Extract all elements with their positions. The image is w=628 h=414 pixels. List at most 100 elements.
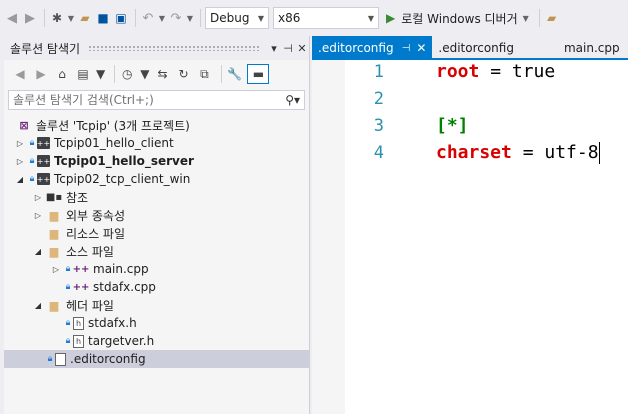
chevron-down-icon[interactable]: ▼: [96, 63, 105, 85]
tree-item-label: 소스 파일: [66, 244, 114, 259]
tab-main-cpp[interactable]: main.cpp: [558, 36, 626, 60]
tab-label: .editorconfig: [438, 41, 514, 55]
expand-arrow-icon[interactable]: ▷: [50, 265, 62, 274]
code-line[interactable]: 3 [*]: [312, 112, 628, 139]
redo-icon[interactable]: ↷: [168, 7, 184, 29]
start-debugging-button[interactable]: ▶ 로컬 Windows 디버거 ▼: [383, 7, 535, 29]
new-project-icon[interactable]: ✱: [49, 7, 65, 29]
solution-explorer-panel: 솔루션 탐색기 ▾ ⊣ ✕ ◀ ▶ ⌂ ▤ ▼ ◷ ▼ ⇆ ↻ ⧉ 🔧 ▬ ⚲▾…: [4, 36, 310, 414]
preview-selected-icon[interactable]: ▬: [247, 64, 270, 84]
forward-icon[interactable]: ▶: [22, 7, 38, 29]
tree-item-project[interactable]: ▷ 🔒︎ ++ Tcpip01_hello_server: [4, 152, 309, 170]
forward-icon[interactable]: ▶: [33, 63, 49, 85]
folder-open-icon: ▆: [49, 244, 59, 258]
configuration-value: Debug: [210, 11, 250, 25]
tree-item-label: 리소스 파일: [66, 226, 126, 241]
save-all-icon[interactable]: ▣: [113, 7, 129, 29]
tree-item-header-files[interactable]: ◢ ▆ 헤더 파일: [4, 296, 309, 314]
sync-icon[interactable]: ⇆: [154, 63, 170, 85]
chevron-down-icon[interactable]: ▼: [140, 63, 149, 85]
panel-grip[interactable]: [88, 45, 259, 51]
collapse-all-icon[interactable]: ⧉: [196, 63, 212, 85]
expand-arrow-icon[interactable]: ▷: [14, 157, 26, 166]
tree-item-file-selected[interactable]: 🔒︎ .editorconfig: [4, 350, 309, 368]
collapse-arrow-icon[interactable]: ◢: [32, 301, 44, 310]
cpp-file-icon: ++: [72, 281, 90, 293]
tree-item-label: main.cpp: [93, 262, 149, 276]
code-value: true: [511, 61, 556, 82]
home-icon[interactable]: ⌂: [54, 63, 70, 85]
tree-item-project[interactable]: ◢ 🔒︎ ++ Tcpip02_tcp_client_win: [4, 170, 309, 188]
tree-item-solution[interactable]: ⊠ 솔루션 'Tcpip' (3개 프로젝트): [4, 116, 309, 134]
tree-item-source-files[interactable]: ◢ ▆ 소스 파일: [4, 242, 309, 260]
line-number: 1: [373, 61, 384, 82]
tree-item-file[interactable]: 🔒︎ ++ stdafx.cpp: [4, 278, 309, 296]
chevron-down-icon: ▼: [522, 13, 529, 23]
expand-arrow-icon[interactable]: ▷: [32, 193, 44, 202]
tree-item-label: 참조: [66, 190, 89, 205]
tree-item-resource-files[interactable]: ▆ 리소스 파일: [4, 224, 309, 242]
toolbar-separator: [538, 9, 540, 27]
code-line[interactable]: 4 charset = utf-8: [312, 139, 628, 166]
code-editor[interactable]: 1 root = true 2 3 [*] 4 charset = utf-8: [312, 60, 628, 414]
code-text: charset = utf-8: [436, 141, 600, 164]
chevron-down-icon[interactable]: ▼: [67, 7, 75, 29]
run-label: 로컬 Windows 디버거: [401, 11, 518, 26]
expand-arrow-icon[interactable]: ▷: [14, 139, 26, 148]
chevron-down-icon[interactable]: ▼: [158, 7, 166, 29]
code-text: root = true: [436, 61, 555, 82]
chevron-down-icon[interactable]: ▼: [186, 7, 194, 29]
lock-icon: 🔒︎: [65, 336, 71, 346]
tree-item-label: Tcpip01_hello_client: [54, 136, 174, 150]
close-icon[interactable]: ✕: [416, 41, 426, 55]
solution-explorer-toolbar: ◀ ▶ ⌂ ▤ ▼ ◷ ▼ ⇆ ↻ ⧉ 🔧 ▬: [4, 60, 309, 88]
refresh-icon[interactable]: ↻: [175, 63, 191, 85]
back-icon[interactable]: ◀: [4, 7, 20, 29]
code-line[interactable]: 2: [312, 85, 628, 112]
pending-changes-icon[interactable]: ◷: [119, 63, 135, 85]
open-file-icon[interactable]: ▰: [77, 7, 93, 29]
pin-icon[interactable]: ⊣: [402, 43, 411, 54]
toolbox-icon[interactable]: ▰: [544, 7, 560, 29]
save-icon[interactable]: ■: [95, 7, 111, 29]
lock-icon: 🔒︎: [29, 138, 35, 148]
toolbar-separator: [44, 9, 45, 27]
toolbar-separator: [200, 9, 201, 27]
undo-icon[interactable]: ↶: [140, 7, 156, 29]
tree-item-file[interactable]: 🔒︎ h targetver.h: [4, 332, 309, 350]
solution-explorer-header: 솔루션 탐색기 ▾ ⊣ ✕: [4, 36, 309, 60]
expand-arrow-icon[interactable]: ▷: [32, 211, 44, 220]
collapse-arrow-icon[interactable]: ◢: [14, 175, 26, 184]
lock-icon: 🔒︎: [29, 156, 35, 166]
platform-select[interactable]: x86 ▼: [273, 7, 379, 29]
tree-item-label: Tcpip02_tcp_client_win: [54, 172, 191, 186]
close-icon[interactable]: ✕: [295, 42, 309, 55]
solution-search-box[interactable]: ⚲▾: [8, 90, 305, 110]
code-line[interactable]: 1 root = true: [312, 58, 628, 85]
switch-views-icon[interactable]: ▤: [75, 63, 91, 85]
search-icon[interactable]: ⚲▾: [285, 93, 300, 107]
tab-editorconfig-active[interactable]: .editorconfig ⊣ ✕: [312, 36, 433, 60]
chevron-down-icon[interactable]: ▾: [267, 42, 281, 55]
back-icon[interactable]: ◀: [12, 63, 28, 85]
solution-search-input[interactable]: [13, 93, 273, 107]
tab-editorconfig[interactable]: .editorconfig: [432, 36, 520, 60]
cpp-project-icon: ++: [36, 173, 51, 185]
tree-item-project[interactable]: ▷ 🔒︎ ++ Tcpip01_hello_client: [4, 134, 309, 152]
document-icon: [55, 352, 66, 366]
configuration-select[interactable]: Debug ▼: [205, 7, 269, 29]
properties-icon[interactable]: 🔧: [226, 63, 242, 85]
collapse-arrow-icon[interactable]: ◢: [32, 247, 44, 256]
lock-icon: 🔒︎: [65, 264, 71, 274]
tree-item-file[interactable]: ▷ 🔒︎ ++ main.cpp: [4, 260, 309, 278]
platform-value: x86: [278, 11, 301, 25]
tree-item-references[interactable]: ▷ ■▪ 참조: [4, 188, 309, 206]
tree-item-label: stdafx.h: [88, 316, 137, 330]
code-key: charset: [436, 141, 512, 163]
tree-item-file[interactable]: 🔒︎ h stdafx.h: [4, 314, 309, 332]
code-value: utf-8: [544, 141, 599, 163]
lock-icon: 🔒︎: [65, 282, 71, 292]
pin-icon[interactable]: ⊣: [281, 42, 295, 55]
header-file-icon: h: [73, 334, 84, 348]
tree-item-external-dependencies[interactable]: ▷ ▆ 외부 종속성: [4, 206, 309, 224]
